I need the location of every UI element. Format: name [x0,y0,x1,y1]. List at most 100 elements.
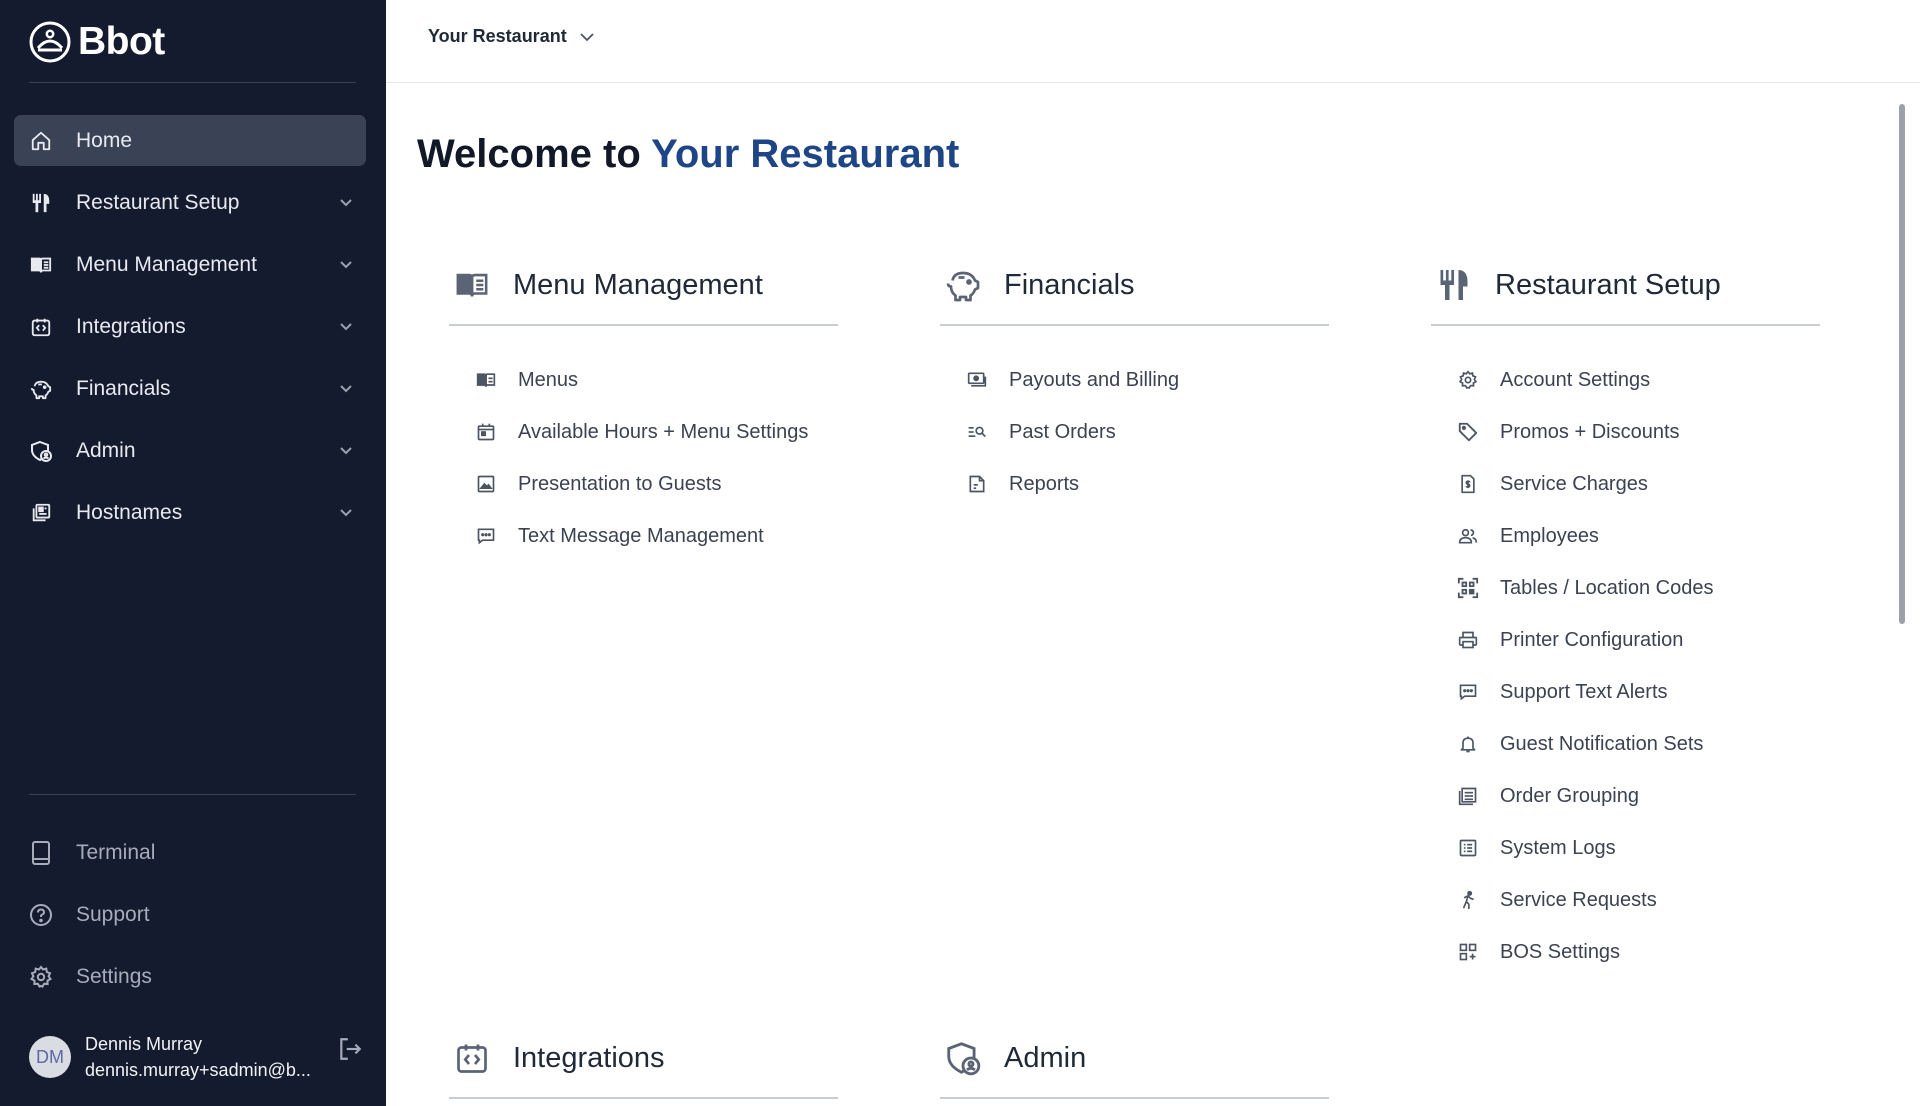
link-label: Tables / Location Codes [1500,576,1714,599]
list-icon [1457,837,1479,859]
link-printer-configuration[interactable]: Printer Configuration [1457,614,1820,666]
group-icon [1457,785,1479,807]
sidebar-item-admin[interactable]: Admin [14,425,366,476]
sidebar-nav: Home Restaurant Setup Menu Management In… [14,115,366,549]
main-content: Welcome to Your Restaurant Menu Manageme… [386,84,1892,1106]
avatar[interactable]: DM [29,1036,71,1078]
sidebar-item-label: Financials [76,376,171,400]
restaurant-selector[interactable]: Your Restaurant [428,26,595,47]
card-links: Payouts and Billing Past Orders Reports [940,354,1329,510]
sidebar-item-label: Admin [76,438,136,462]
link-label: Service Charges [1500,472,1648,495]
link-system-logs[interactable]: System Logs [1457,822,1820,874]
restaurant-selector-label: Your Restaurant [428,26,567,46]
main-scrollbar[interactable] [1899,104,1905,624]
bbot-logo[interactable]: Bbot [28,18,165,66]
link-label: BOS Settings [1500,940,1621,963]
user-info: Dennis Murray dennis.murray+sadmin@b... [85,1034,336,1081]
sidebar-item-label: Home [76,128,133,152]
sidebar: Bbot Home Restaurant Setup Menu Manageme… [0,0,386,1106]
link-service-requests[interactable]: Service Requests [1457,874,1820,926]
welcome-prefix: Welcome to [417,132,652,176]
calendar-icon [475,421,497,443]
chevron-down-icon[interactable] [334,191,358,215]
card-links: Account Settings Promos + Discounts Serv… [1431,354,1820,978]
sidebar-item-support[interactable]: Support [14,889,366,940]
link-text-message-management[interactable]: Text Message Management [475,510,838,562]
link-tables-location-codes[interactable]: Tables / Location Codes [1457,562,1820,614]
sidebar-item-menu-management[interactable]: Menu Management [14,239,366,290]
chevron-down-icon[interactable] [334,377,358,401]
link-label: Account Settings [1500,368,1651,391]
sidebar-divider [29,794,356,795]
sidebar-item-label: Hostnames [76,500,183,524]
link-label: Past Orders [1009,420,1116,443]
chevron-down-icon[interactable] [334,439,358,463]
link-order-grouping[interactable]: Order Grouping [1457,770,1820,822]
bell-icon [1457,733,1479,755]
sidebar-item-restaurant-setup[interactable]: Restaurant Setup [14,177,366,228]
sidebar-item-hostnames[interactable]: Hostnames [14,487,366,538]
admin-shield-icon [29,439,53,463]
link-payouts-and-billing[interactable]: Payouts and Billing [966,354,1329,406]
runner-icon [1457,889,1479,911]
chevron-down-icon[interactable] [334,501,358,525]
welcome-restaurant-name: Your Restaurant [651,132,960,176]
integrations-icon [29,315,53,339]
search-list-icon [966,421,988,443]
card-header: Integrations [449,1035,838,1099]
card-title: Menu Management [513,268,763,301]
card-header: Restaurant Setup [1431,262,1820,326]
link-label: Service Requests [1500,888,1657,911]
link-label: System Logs [1500,836,1616,859]
chevron-down-icon[interactable] [334,253,358,277]
link-promos-discounts[interactable]: Promos + Discounts [1457,406,1820,458]
link-employees[interactable]: Employees [1457,510,1820,562]
link-label: Promos + Discounts [1500,420,1680,443]
logout-icon[interactable] [336,1035,364,1063]
link-presentation-to-guests[interactable]: Presentation to Guests [475,458,838,510]
card-integrations: Integrations [449,1035,838,1099]
link-label: Employees [1500,524,1599,547]
menu-book-icon [451,264,493,306]
link-available-hours[interactable]: Available Hours + Menu Settings [475,406,838,458]
user-profile: DM Dennis Murray dennis.murray+sadmin@b.… [29,1028,364,1086]
card-header: Menu Management [449,262,838,326]
card-title: Admin [1004,1041,1087,1074]
link-service-charges[interactable]: Service Charges [1457,458,1820,510]
link-past-orders[interactable]: Past Orders [966,406,1329,458]
link-account-settings[interactable]: Account Settings [1457,354,1820,406]
link-guest-notification-sets[interactable]: Guest Notification Sets [1457,718,1820,770]
sidebar-item-label: Restaurant Setup [76,190,240,214]
integrations-icon [451,1037,493,1079]
chevron-down-icon[interactable] [334,315,358,339]
logo-text: Bbot [78,20,165,63]
tag-icon [1457,421,1479,443]
report-icon [966,473,988,495]
utensils-icon [29,191,53,215]
home-icon [29,129,53,153]
printer-icon [1457,629,1479,651]
link-bos-settings[interactable]: BOS Settings [1457,926,1820,978]
sidebar-bottom-nav: Terminal Support Settings [14,827,366,1013]
link-reports[interactable]: Reports [966,458,1329,510]
sidebar-item-integrations[interactable]: Integrations [14,301,366,352]
help-circle-icon [29,903,53,927]
tablet-icon [29,840,53,865]
link-label: Menus [518,368,579,391]
link-label: Support Text Alerts [1500,680,1668,703]
gear-icon [1457,369,1479,391]
menu-book-icon [29,253,53,277]
users-icon [1457,525,1479,547]
sidebar-item-home[interactable]: Home [14,115,366,166]
link-label: Text Message Management [518,524,764,547]
link-support-text-alerts[interactable]: Support Text Alerts [1457,666,1820,718]
card-admin: Admin [940,1035,1329,1099]
link-menus[interactable]: Menus [475,354,838,406]
card-title: Integrations [513,1041,665,1074]
link-label: Available Hours + Menu Settings [518,420,809,443]
sidebar-item-financials[interactable]: Financials [14,363,366,414]
link-label: Presentation to Guests [518,472,722,495]
sidebar-item-settings[interactable]: Settings [14,951,366,1002]
sidebar-item-terminal[interactable]: Terminal [14,827,366,878]
